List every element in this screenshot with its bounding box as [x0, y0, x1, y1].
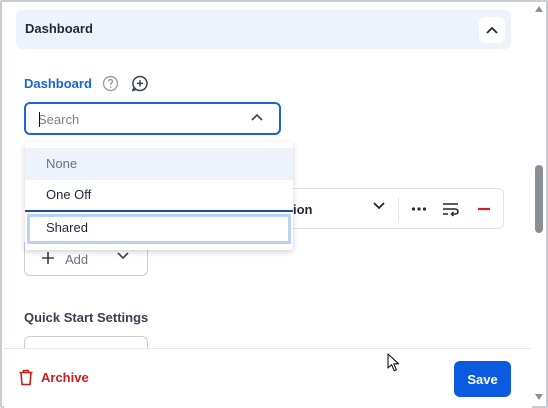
more-options-icon[interactable]	[411, 201, 427, 217]
chevron-up-icon[interactable]	[251, 113, 263, 121]
section-header: Dashboard	[16, 10, 511, 49]
scroll-down-arrow-icon[interactable]	[535, 394, 543, 400]
dashboard-row: ion	[282, 188, 504, 229]
footer-bar: Archive Save	[4, 348, 532, 408]
panel-frame: Dashboard Dashboard ion Add	[0, 0, 548, 408]
chevron-up-icon	[486, 26, 498, 34]
dashboard-select[interactable]	[24, 102, 281, 135]
dropdown-option-shared[interactable]: Shared	[25, 212, 293, 246]
plus-icon	[42, 252, 54, 264]
row-label: ion	[293, 202, 313, 217]
search-input[interactable]	[38, 110, 228, 128]
dropdown-option-none[interactable]: None	[25, 148, 293, 180]
collapse-button[interactable]	[479, 17, 505, 43]
archive-label: Archive	[41, 370, 89, 385]
vertical-scrollbar[interactable]	[531, 2, 546, 406]
divider	[398, 197, 399, 221]
dashboard-field-label: Dashboard	[24, 76, 92, 91]
save-button[interactable]: Save	[454, 361, 511, 397]
trash-icon	[19, 369, 33, 386]
mouse-cursor-icon	[387, 353, 400, 372]
text-wrap-icon[interactable]	[442, 201, 460, 217]
text-caret	[39, 112, 40, 127]
quick-start-title: Quick Start Settings	[24, 310, 149, 325]
scroll-up-arrow-icon[interactable]	[535, 6, 543, 12]
chevron-down-icon	[117, 252, 129, 260]
chevron-down-icon[interactable]	[373, 202, 385, 210]
remove-icon[interactable]	[476, 201, 492, 217]
dashboard-dropdown-menu: None One Off Shared	[25, 142, 293, 250]
scrollbar-thumb[interactable]	[535, 165, 543, 233]
archive-button[interactable]: Archive	[18, 369, 89, 386]
add-label: Add	[65, 252, 89, 267]
section-title: Dashboard	[25, 21, 93, 36]
add-comment-icon[interactable]	[131, 75, 149, 92]
help-icon[interactable]	[102, 75, 119, 92]
dropdown-option-one-off[interactable]: One Off	[25, 179, 293, 212]
